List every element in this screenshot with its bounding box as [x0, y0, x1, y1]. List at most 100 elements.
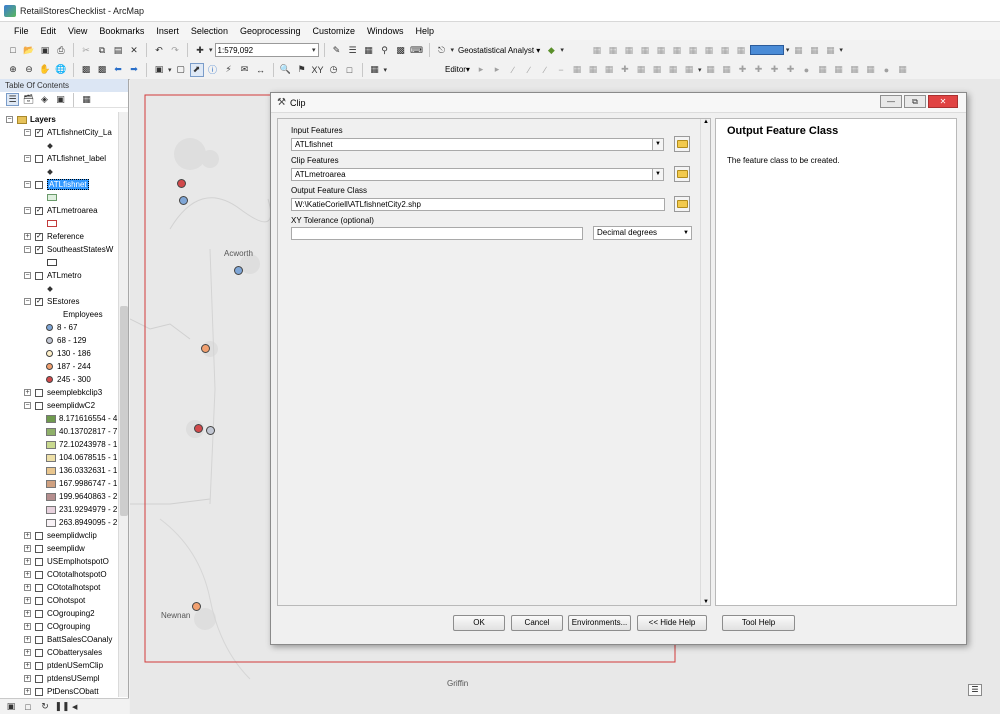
delete-icon[interactable]: ✕ [127, 43, 141, 57]
toc-layer-row[interactable]: + PtDensCObatt [24, 685, 99, 697]
georef-9-icon[interactable]: ▦ [831, 63, 845, 77]
cut-icon[interactable]: ✂ [79, 43, 93, 57]
zoom-out-fixed-icon[interactable]: ▦ [606, 43, 620, 57]
expand-icon[interactable]: + [24, 623, 31, 630]
input-features-combo[interactable]: ATLfishnet ▼ [291, 138, 664, 151]
expand-icon[interactable]: + [24, 610, 31, 617]
full-extent-icon[interactable]: 🌐 [54, 63, 68, 77]
expand-icon[interactable]: + [24, 558, 31, 565]
layer-visibility-checkbox[interactable] [35, 648, 43, 657]
toc-layer-row[interactable]: + ptdensUSempl [24, 672, 99, 685]
undo-icon[interactable]: ↶ [152, 43, 166, 57]
clip-features-combo[interactable]: ATLmetroarea ▼ [291, 168, 664, 181]
toc-layer-row[interactable]: + seemplidw [24, 542, 85, 555]
catalog-icon[interactable]: ▦ [362, 43, 376, 57]
parameters-scrollbar[interactable]: ▲ ▼ [700, 119, 710, 605]
environments-button[interactable]: Environments... [568, 615, 631, 631]
create-viewer-window-icon[interactable]: □ [343, 63, 357, 77]
map-tips-icon[interactable]: ☰ [968, 684, 982, 696]
time-slider-icon[interactable]: ◷ [327, 63, 341, 77]
legend-class[interactable]: 167.9986747 - 1 [46, 477, 117, 490]
expand-icon[interactable]: + [24, 688, 31, 695]
georef-7-icon[interactable]: ● [799, 63, 813, 77]
chevron-down-icon[interactable]: ▾ [168, 66, 172, 74]
toc-layer-row[interactable]: − seemplidwC2 [24, 399, 95, 412]
layer-visibility-checkbox[interactable] [35, 622, 43, 631]
layer-visibility-checkbox[interactable]: ✓ [35, 245, 43, 254]
collapse-icon[interactable]: − [24, 402, 31, 409]
toc-vertical-scrollbar[interactable] [118, 112, 128, 697]
expand-icon[interactable]: + [24, 545, 31, 552]
toc-layer-row[interactable]: + USEmplhotspotO [24, 555, 109, 568]
chevron-down-icon[interactable]: ▾ [451, 46, 455, 54]
zoom-whole-page-icon[interactable]: ▦ [638, 43, 652, 57]
toc-layer-row[interactable]: + seemplebkclip3 [24, 386, 102, 399]
layer-visibility-checkbox[interactable] [35, 388, 43, 397]
xy-tolerance-units-select[interactable]: Decimal degrees ▼ [593, 226, 692, 240]
map-scale-combo[interactable]: 1:579,092 ▾ [214, 43, 319, 57]
layout-back-icon[interactable]: ▦ [670, 43, 684, 57]
layer-symbol[interactable] [47, 217, 57, 230]
data-view-icon[interactable]: ▣ [4, 700, 18, 714]
store-point[interactable] [194, 424, 203, 433]
layout-zoom-control-icon[interactable]: ▦ [702, 43, 716, 57]
browse-output-button[interactable] [674, 196, 690, 212]
add-data-dropdown-icon[interactable]: ▾ [209, 46, 213, 54]
attributes-icon[interactable]: ▦ [650, 63, 664, 77]
toc-layer-row[interactable]: − ✓ SoutheastStatesW [24, 243, 113, 256]
straight-segment-icon[interactable]: ∕ [506, 63, 520, 77]
zoom-100-icon[interactable]: ▦ [654, 43, 668, 57]
minimize-icon[interactable]: — [880, 95, 902, 108]
layer-symbol[interactable] [47, 165, 53, 178]
cancel-button[interactable]: Cancel [511, 615, 563, 631]
toc-layer-row[interactable]: − ATLmetro [24, 269, 82, 282]
chevron-down-icon[interactable]: ▾ [384, 66, 388, 74]
redo-icon[interactable]: ↷ [168, 43, 182, 57]
reshape-icon[interactable]: ▦ [586, 63, 600, 77]
menu-insert[interactable]: Insert [150, 26, 185, 36]
editor-menu[interactable]: Editor▾ [443, 65, 472, 74]
point-icon[interactable]: − [554, 63, 568, 77]
legend-class[interactable]: 104.0678515 - 1 [46, 451, 117, 464]
cut-polygons-icon[interactable]: ▦ [602, 63, 616, 77]
paste-icon[interactable]: ▤ [111, 43, 125, 57]
georef-2-icon[interactable]: ▦ [719, 63, 733, 77]
print-icon[interactable]: ⎙ [54, 43, 68, 57]
chevron-left-icon[interactable]: ◀ [72, 703, 77, 711]
clear-selection-icon[interactable]: ▢ [174, 63, 188, 77]
expand-icon[interactable]: + [24, 662, 31, 669]
toc-layer-row[interactable]: + CObatterysales [24, 646, 102, 659]
layer-visibility-checkbox[interactable] [35, 154, 43, 163]
georef-11-icon[interactable]: ▦ [863, 63, 877, 77]
zoom-in-icon[interactable]: ⊕ [6, 63, 20, 77]
sketch-properties-icon[interactable]: ▦ [666, 63, 680, 77]
editor-toolbar-icon[interactable]: ✎ [330, 43, 344, 57]
collapse-icon[interactable]: − [24, 298, 31, 305]
layer-visibility-checkbox[interactable]: ✓ [35, 128, 43, 137]
edit-annotation-icon[interactable]: ▸ [490, 63, 504, 77]
georef-12-icon[interactable]: ● [879, 63, 893, 77]
legend-class[interactable]: 245 - 300 [46, 373, 91, 386]
collapse-icon[interactable]: − [24, 181, 31, 188]
georef-6-icon[interactable]: ✚ [783, 63, 797, 77]
chevron-down-icon[interactable]: ▾ [560, 46, 564, 54]
layer-visibility-checkbox[interactable] [35, 583, 43, 592]
identify-icon[interactable]: ⓘ [206, 63, 220, 77]
chevron-down-icon[interactable]: ▼ [652, 169, 663, 180]
georef-1-icon[interactable]: ▦ [703, 63, 717, 77]
dialog-titlebar[interactable]: ⚒ Clip — ⧉ ✕ [271, 93, 966, 113]
layer-symbol[interactable] [47, 282, 53, 295]
chevron-down-icon[interactable]: ▾ [698, 66, 702, 74]
toc-layer-row[interactable]: + COtotalhotspot [24, 581, 100, 594]
scrollbar-thumb[interactable] [120, 306, 128, 516]
store-point[interactable] [201, 344, 210, 353]
arctoolbox-icon[interactable]: ▩ [394, 43, 408, 57]
collapse-icon[interactable]: − [24, 129, 31, 136]
save-icon[interactable]: ▣ [38, 43, 52, 57]
pan-layout-icon[interactable]: ▦ [622, 43, 636, 57]
legend-class[interactable]: 187 - 244 [46, 360, 91, 373]
layer-visibility-checkbox[interactable] [35, 661, 43, 670]
close-icon[interactable]: ✕ [928, 95, 958, 108]
browse-clip-features-button[interactable] [674, 166, 690, 182]
legend-class[interactable]: 40.13702817 - 7 [46, 425, 117, 438]
